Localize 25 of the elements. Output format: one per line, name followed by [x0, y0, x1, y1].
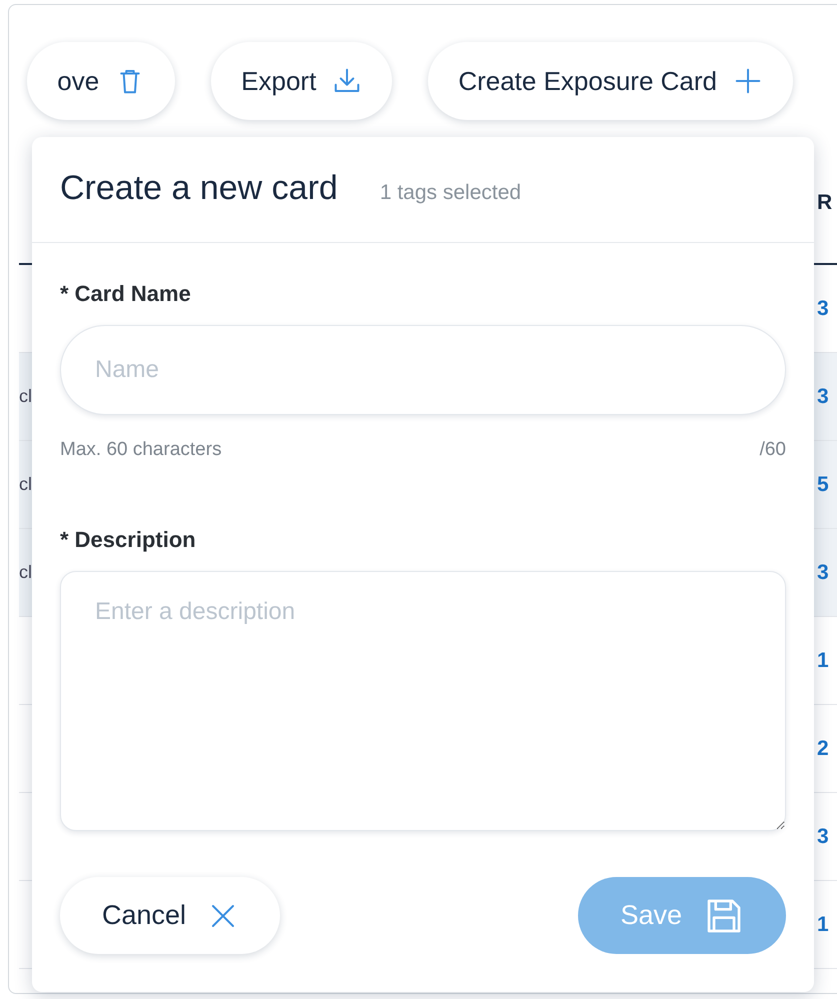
table-cell-text: 3: [816, 824, 830, 848]
table-cell-text: 2: [816, 736, 830, 760]
field-hint: Max. 60 characters: [60, 439, 222, 461]
table-cell-text: 3: [816, 560, 830, 584]
character-counter: /60: [760, 439, 786, 461]
table-cell-text: 1: [816, 648, 830, 672]
table-cell-text: 5: [816, 472, 830, 496]
name-field[interactable]: Name: [60, 325, 786, 415]
toolbar-button[interactable]: Create Exposure Card: [428, 42, 793, 120]
table-cell-text: 1: [816, 912, 830, 936]
selection-count: 1 tags selected: [380, 181, 522, 205]
table-cell-text: 3: [816, 296, 830, 320]
table-cell-text: 3: [816, 384, 830, 408]
table-cell: cl: [19, 474, 33, 495]
toolbar-button[interactable]: ove: [27, 42, 176, 120]
description-field[interactable]: Enter a description: [60, 571, 786, 831]
plus-icon: [733, 66, 763, 96]
cancel-button[interactable]: Cancel: [60, 877, 280, 954]
field-label: * Description: [60, 527, 197, 553]
table-cell: cl: [19, 562, 33, 583]
table-cell: cl: [19, 386, 33, 407]
toolbar-button[interactable]: Export: [211, 42, 392, 120]
dialog-title: Create a new card: [60, 169, 338, 208]
field-label: * Card Name: [60, 281, 192, 307]
column-header: R: [816, 190, 834, 214]
